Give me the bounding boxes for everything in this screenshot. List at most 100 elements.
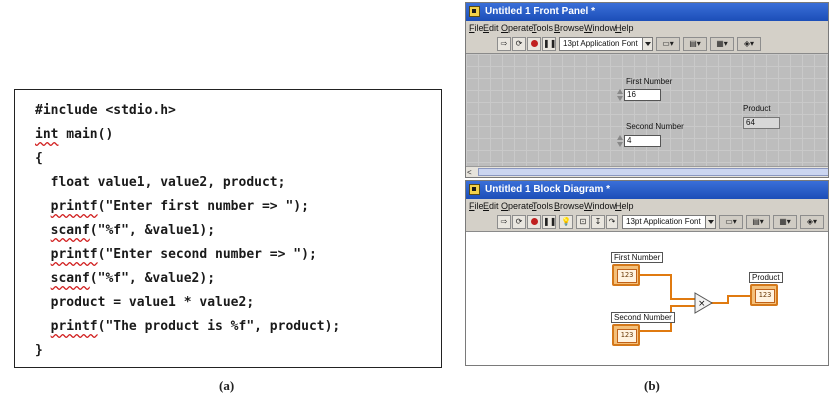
scroll-thumb[interactable] — [478, 168, 828, 176]
block-diagram-menubar: File Edit Operate Tools Browse Window He… — [466, 199, 828, 213]
reorder-icon[interactable]: ◈▾ — [800, 215, 824, 229]
code-line: } — [35, 343, 43, 359]
step-into-icon[interactable]: ↧ — [591, 215, 605, 229]
menu-browse[interactable]: Browse — [554, 201, 584, 211]
code-text: ("Enter first number => "); — [97, 199, 309, 214]
pause-icon[interactable]: ❚❚ — [542, 215, 556, 229]
run-continuous-icon[interactable]: ⟳ — [512, 37, 526, 51]
terminal-type-label: 123 — [755, 289, 775, 303]
run-arrow-icon[interactable]: ⇨ — [497, 37, 511, 51]
second-number-terminal[interactable]: 123 — [612, 324, 640, 346]
block-diagram-title: Untitled 1 Block Diagram * — [485, 184, 611, 195]
font-select[interactable]: 13pt Application Font — [622, 215, 706, 229]
first-number-incdec-icon[interactable] — [617, 89, 623, 101]
second-number-label: Second Number — [626, 122, 684, 131]
bd-first-number-label: First Number — [611, 252, 664, 263]
second-number-incdec-icon[interactable] — [617, 135, 623, 147]
labview-app-icon — [469, 184, 480, 195]
code-text: float value1, value2, product; — [50, 175, 286, 190]
font-dropdown-icon[interactable] — [705, 215, 716, 229]
caption-a: (a) — [219, 378, 235, 393]
menu-tools[interactable]: Tools — [532, 23, 553, 33]
bd-product-label: Product — [749, 272, 783, 283]
run-continuous-icon[interactable]: ⟳ — [512, 215, 526, 229]
code-line: product = value1 * value2; — [35, 295, 255, 311]
code-text: ("%f", &value1); — [89, 223, 216, 238]
wire-first-number[interactable] — [640, 274, 696, 300]
font-select[interactable]: 13pt Application Font — [559, 37, 643, 51]
highlight-execution-icon[interactable]: 💡 — [559, 215, 573, 229]
front-panel-hscroll[interactable]: < — [466, 166, 828, 177]
font-dropdown-icon[interactable] — [642, 37, 653, 51]
menu-browse[interactable]: Browse — [554, 23, 584, 33]
align-objects-icon[interactable]: ▭▾ — [656, 37, 680, 51]
code-text: { — [35, 151, 43, 166]
menu-operate[interactable]: Operate — [501, 23, 534, 33]
menu-edit[interactable]: Edit — [483, 23, 499, 33]
block-diagram-toolbar: ⇨ ⟳ ❚❚ 💡 ⊡ ↧ ↷ 13pt Application Font ▭▾ … — [466, 213, 828, 232]
block-diagram-window: Untitled 1 Block Diagram * File Edit Ope… — [465, 180, 829, 366]
second-number-input[interactable]: 4 — [624, 135, 661, 147]
product-terminal[interactable]: 123 — [750, 284, 778, 306]
first-number-input[interactable]: 16 — [624, 89, 661, 101]
retain-wire-values-icon[interactable]: ⊡ — [576, 215, 590, 229]
menu-file[interactable]: File — [469, 23, 484, 33]
product-label: Product — [743, 104, 771, 113]
align-objects-icon[interactable]: ▭▾ — [719, 215, 743, 229]
menu-window[interactable]: Window — [584, 201, 616, 211]
multiply-symbol-icon: × — [698, 299, 706, 309]
code-keyword: scanf — [50, 271, 90, 286]
code-keyword: int — [35, 127, 59, 142]
first-number-terminal[interactable]: 123 — [612, 264, 640, 286]
code-keyword: printf — [50, 199, 98, 214]
front-panel-canvas[interactable]: First Number 16 Second Number 4 Product … — [466, 54, 828, 166]
menu-operate[interactable]: Operate — [501, 201, 534, 211]
front-panel-title: Untitled 1 Front Panel * — [485, 6, 596, 17]
code-text: #include <stdio.h> — [35, 103, 176, 118]
code-line: printf("Enter second number => "); — [35, 247, 317, 263]
code-keyword: scanf — [50, 223, 90, 238]
menu-help[interactable]: Help — [615, 23, 634, 33]
code-line: scanf("%f", &value1); — [35, 223, 215, 239]
menu-window[interactable]: Window — [584, 23, 616, 33]
code-text: product = value1 * value2; — [50, 295, 255, 310]
menu-file[interactable]: File — [469, 201, 484, 211]
c-code-panel: #include <stdio.h> int main() { float valu… — [14, 89, 442, 368]
reorder-icon[interactable]: ◈▾ — [737, 37, 761, 51]
distribute-objects-icon[interactable]: ▤▾ — [746, 215, 770, 229]
front-panel-toolbar: ⇨ ⟳ ❚❚ 13pt Application Font ▭▾ ▤▾ ▦▾ ◈▾ — [466, 35, 828, 54]
code-text: ("Enter second number => "); — [97, 247, 317, 262]
code-text: main() — [58, 127, 114, 142]
front-panel-window: Untitled 1 Front Panel * File Edit Opera… — [465, 2, 829, 178]
code-text: ("The product is %f", product); — [97, 319, 341, 334]
code-line: { — [35, 151, 43, 167]
code-keyword: printf — [50, 247, 98, 262]
code-keyword: printf — [50, 319, 98, 334]
abort-icon[interactable] — [527, 215, 541, 229]
resize-objects-icon[interactable]: ▦▾ — [710, 37, 734, 51]
wire-product[interactable] — [710, 295, 752, 304]
code-line: printf("Enter first number => "); — [35, 199, 309, 215]
code-text: ("%f", &value2); — [89, 271, 216, 286]
product-indicator: 64 — [743, 117, 780, 129]
pause-icon[interactable]: ❚❚ — [542, 37, 556, 51]
front-panel-menubar: File Edit Operate Tools Browse Window He… — [466, 21, 828, 35]
abort-icon[interactable] — [527, 37, 541, 51]
distribute-objects-icon[interactable]: ▤▾ — [683, 37, 707, 51]
block-diagram-canvas[interactable]: × First Number 123 Second Number 123 Pro… — [466, 232, 828, 365]
menu-help[interactable]: Help — [615, 201, 634, 211]
code-line: scanf("%f", &value2); — [35, 271, 215, 287]
run-arrow-icon[interactable]: ⇨ — [497, 215, 511, 229]
menu-tools[interactable]: Tools — [532, 201, 553, 211]
resize-objects-icon[interactable]: ▦▾ — [773, 215, 797, 229]
block-diagram-titlebar[interactable]: Untitled 1 Block Diagram * — [466, 181, 828, 199]
front-panel-titlebar[interactable]: Untitled 1 Front Panel * — [466, 3, 828, 21]
scroll-left-icon[interactable]: < — [467, 168, 476, 177]
menu-edit[interactable]: Edit — [483, 201, 499, 211]
code-line: int main() — [35, 127, 113, 143]
step-over-icon[interactable]: ↷ — [606, 215, 618, 229]
